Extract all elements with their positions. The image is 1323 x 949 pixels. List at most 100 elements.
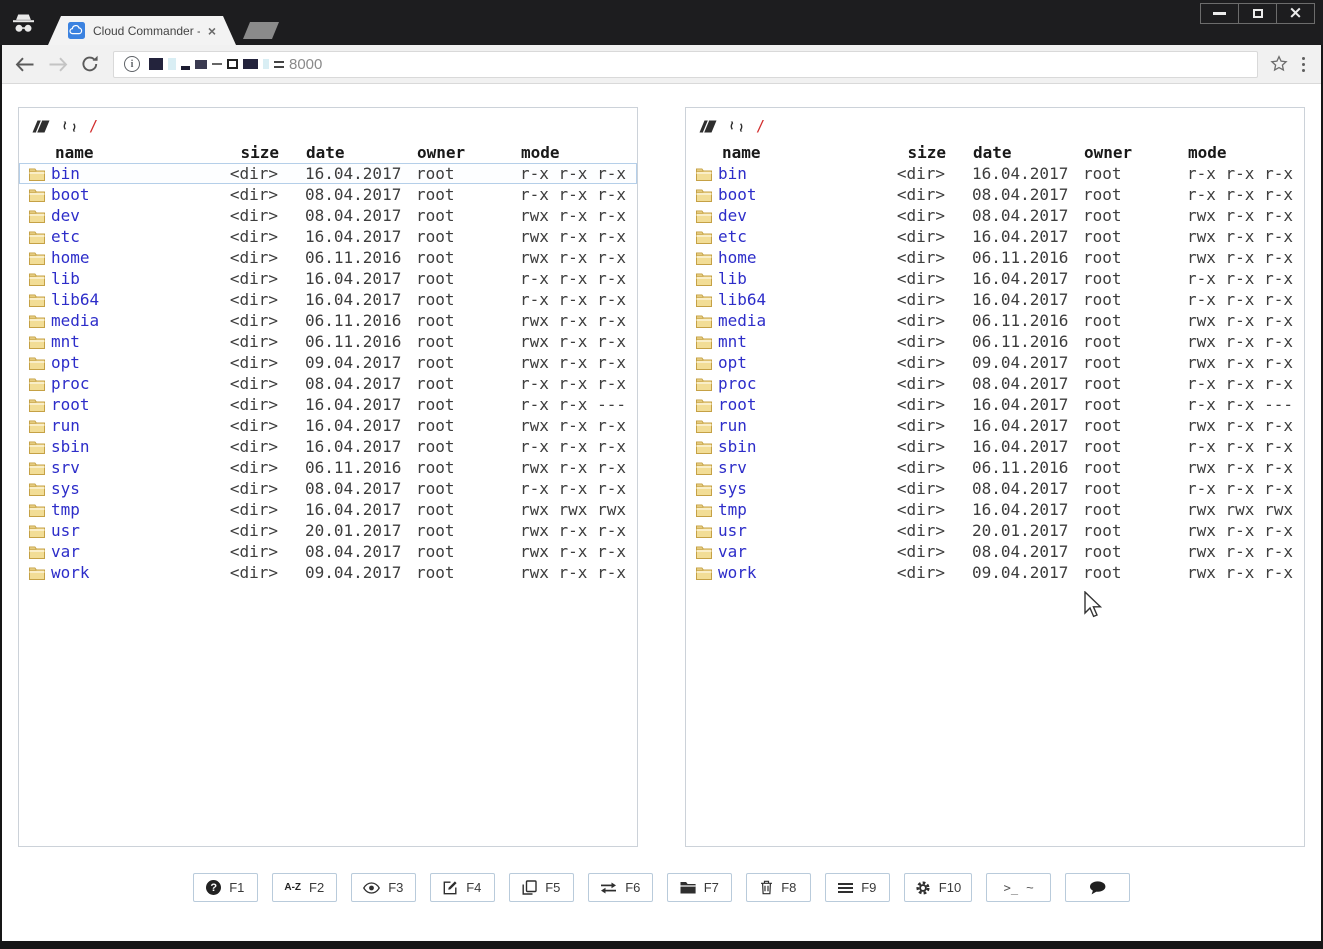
file-row-root[interactable]: root <dir> 16.04.2017 root r-x r-x ---: [686, 394, 1304, 415]
file-row-var[interactable]: var <dir> 08.04.2017 root rwx r-x r-x: [686, 541, 1304, 562]
file-row-boot[interactable]: boot <dir> 08.04.2017 root r-x r-x r-x: [686, 184, 1304, 205]
refresh-icon[interactable]: [729, 119, 744, 134]
file-name-link[interactable]: etc: [718, 227, 747, 246]
file-row-mnt[interactable]: mnt <dir> 06.11.2016 root rwx r-x r-x: [686, 331, 1304, 352]
file-name-link[interactable]: work: [51, 563, 90, 582]
file-name-link[interactable]: lib: [51, 269, 80, 288]
file-row-media[interactable]: media <dir> 06.11.2016 root rwx r-x r-x: [19, 310, 637, 331]
file-row-lib[interactable]: lib <dir> 16.04.2017 root r-x r-x r-x: [19, 268, 637, 289]
file-row-opt[interactable]: opt <dir> 09.04.2017 root rwx r-x r-x: [19, 352, 637, 373]
file-name-link[interactable]: usr: [718, 521, 747, 540]
file-name-link[interactable]: srv: [51, 458, 80, 477]
back-button[interactable]: [15, 57, 35, 72]
file-name-link[interactable]: lib64: [718, 290, 766, 309]
file-name-link[interactable]: bin: [51, 164, 80, 183]
file-name-link[interactable]: root: [51, 395, 90, 414]
button-f7[interactable]: F7: [666, 873, 732, 902]
refresh-icon[interactable]: [62, 119, 77, 134]
file-name-link[interactable]: run: [718, 416, 747, 435]
file-name-link[interactable]: etc: [51, 227, 80, 246]
file-name-link[interactable]: opt: [718, 353, 747, 372]
column-header-owner[interactable]: owner: [417, 143, 521, 162]
button-f6[interactable]: F6: [587, 873, 653, 902]
button-f4[interactable]: F4: [429, 873, 495, 902]
browser-menu-icon[interactable]: [1302, 56, 1305, 60]
file-row-bin[interactable]: bin <dir> 16.04.2017 root r-x r-x r-x: [686, 163, 1304, 184]
new-tab-button[interactable]: [243, 22, 279, 39]
current-path-link[interactable]: /: [89, 117, 98, 135]
button-terminal[interactable]: >_ ~: [986, 873, 1052, 902]
clear-selection-eraser-icon[interactable]: [32, 119, 50, 133]
file-row-tmp[interactable]: tmp <dir> 16.04.2017 root rwx rwx rwx: [19, 499, 637, 520]
file-row-bin[interactable]: bin <dir> 16.04.2017 root r-x r-x r-x: [19, 163, 637, 184]
current-path-link[interactable]: /: [756, 117, 765, 135]
file-row-usr[interactable]: usr <dir> 20.01.2017 root rwx r-x r-x: [686, 520, 1304, 541]
file-name-link[interactable]: var: [718, 542, 747, 561]
file-row-sys[interactable]: sys <dir> 08.04.2017 root r-x r-x r-x: [686, 478, 1304, 499]
file-row-lib[interactable]: lib <dir> 16.04.2017 root r-x r-x r-x: [686, 268, 1304, 289]
file-row-proc[interactable]: proc <dir> 08.04.2017 root r-x r-x r-x: [19, 373, 637, 394]
window-minimize-button[interactable]: [1200, 3, 1239, 24]
file-row-sys[interactable]: sys <dir> 08.04.2017 root r-x r-x r-x: [19, 478, 637, 499]
file-row-run[interactable]: run <dir> 16.04.2017 root rwx r-x r-x: [686, 415, 1304, 436]
file-name-link[interactable]: proc: [51, 374, 90, 393]
file-row-root[interactable]: root <dir> 16.04.2017 root r-x r-x ---: [19, 394, 637, 415]
address-bar[interactable]: i 8000: [113, 50, 1259, 78]
file-row-home[interactable]: home <dir> 06.11.2016 root rwx r-x r-x: [686, 247, 1304, 268]
file-row-dev[interactable]: dev <dir> 08.04.2017 root rwx r-x r-x: [19, 205, 637, 226]
file-name-link[interactable]: tmp: [718, 500, 747, 519]
file-row-sbin[interactable]: sbin <dir> 16.04.2017 root r-x r-x r-x: [19, 436, 637, 457]
file-name-link[interactable]: bin: [718, 164, 747, 183]
file-name-link[interactable]: tmp: [51, 500, 80, 519]
file-row-home[interactable]: home <dir> 06.11.2016 root rwx r-x r-x: [19, 247, 637, 268]
file-name-link[interactable]: run: [51, 416, 80, 435]
column-header-date[interactable]: date: [279, 143, 417, 162]
file-row-run[interactable]: run <dir> 16.04.2017 root rwx r-x r-x: [19, 415, 637, 436]
reload-button[interactable]: [81, 55, 99, 73]
file-name-link[interactable]: dev: [718, 206, 747, 225]
file-name-link[interactable]: usr: [51, 521, 80, 540]
file-name-link[interactable]: media: [718, 311, 766, 330]
file-name-link[interactable]: home: [718, 248, 757, 267]
file-name-link[interactable]: home: [51, 248, 90, 267]
file-row-tmp[interactable]: tmp <dir> 16.04.2017 root rwx rwx rwx: [686, 499, 1304, 520]
file-row-lib64[interactable]: lib64 <dir> 16.04.2017 root r-x r-x r-x: [19, 289, 637, 310]
button-chat[interactable]: [1065, 873, 1131, 902]
file-row-proc[interactable]: proc <dir> 08.04.2017 root r-x r-x r-x: [686, 373, 1304, 394]
file-row-etc[interactable]: etc <dir> 16.04.2017 root rwx r-x r-x: [686, 226, 1304, 247]
file-name-link[interactable]: dev: [51, 206, 80, 225]
file-row-sbin[interactable]: sbin <dir> 16.04.2017 root r-x r-x r-x: [686, 436, 1304, 457]
file-row-usr[interactable]: usr <dir> 20.01.2017 root rwx r-x r-x: [19, 520, 637, 541]
file-row-boot[interactable]: boot <dir> 08.04.2017 root r-x r-x r-x: [19, 184, 637, 205]
column-header-mode[interactable]: mode: [1188, 143, 1300, 162]
file-name-link[interactable]: boot: [51, 185, 90, 204]
file-row-mnt[interactable]: mnt <dir> 06.11.2016 root rwx r-x r-x: [19, 331, 637, 352]
bookmark-star-icon[interactable]: [1270, 55, 1288, 73]
column-header-size[interactable]: size: [199, 143, 279, 162]
tab-close-icon[interactable]: ×: [208, 24, 216, 38]
file-row-srv[interactable]: srv <dir> 06.11.2016 root rwx r-x r-x: [19, 457, 637, 478]
window-close-button[interactable]: ×: [1276, 3, 1315, 24]
page-info-icon[interactable]: i: [124, 56, 140, 72]
column-header-owner[interactable]: owner: [1084, 143, 1188, 162]
button-f3[interactable]: F3: [350, 873, 416, 902]
file-name-link[interactable]: sbin: [718, 437, 757, 456]
button-f9[interactable]: F9: [824, 873, 890, 902]
column-header-date[interactable]: date: [946, 143, 1084, 162]
column-header-size[interactable]: size: [866, 143, 946, 162]
file-name-link[interactable]: proc: [718, 374, 757, 393]
file-row-lib64[interactable]: lib64 <dir> 16.04.2017 root r-x r-x r-x: [686, 289, 1304, 310]
file-row-srv[interactable]: srv <dir> 06.11.2016 root rwx r-x r-x: [686, 457, 1304, 478]
file-row-media[interactable]: media <dir> 06.11.2016 root rwx r-x r-x: [686, 310, 1304, 331]
file-name-link[interactable]: sys: [718, 479, 747, 498]
column-header-name[interactable]: name: [695, 143, 866, 162]
clear-selection-eraser-icon[interactable]: [699, 119, 717, 133]
file-name-link[interactable]: sys: [51, 479, 80, 498]
file-name-link[interactable]: opt: [51, 353, 80, 372]
file-row-work[interactable]: work <dir> 09.04.2017 root rwx r-x r-x: [19, 562, 637, 583]
file-name-link[interactable]: boot: [718, 185, 757, 204]
file-name-link[interactable]: lib: [718, 269, 747, 288]
file-name-link[interactable]: sbin: [51, 437, 90, 456]
column-header-name[interactable]: name: [28, 143, 199, 162]
file-name-link[interactable]: media: [51, 311, 99, 330]
